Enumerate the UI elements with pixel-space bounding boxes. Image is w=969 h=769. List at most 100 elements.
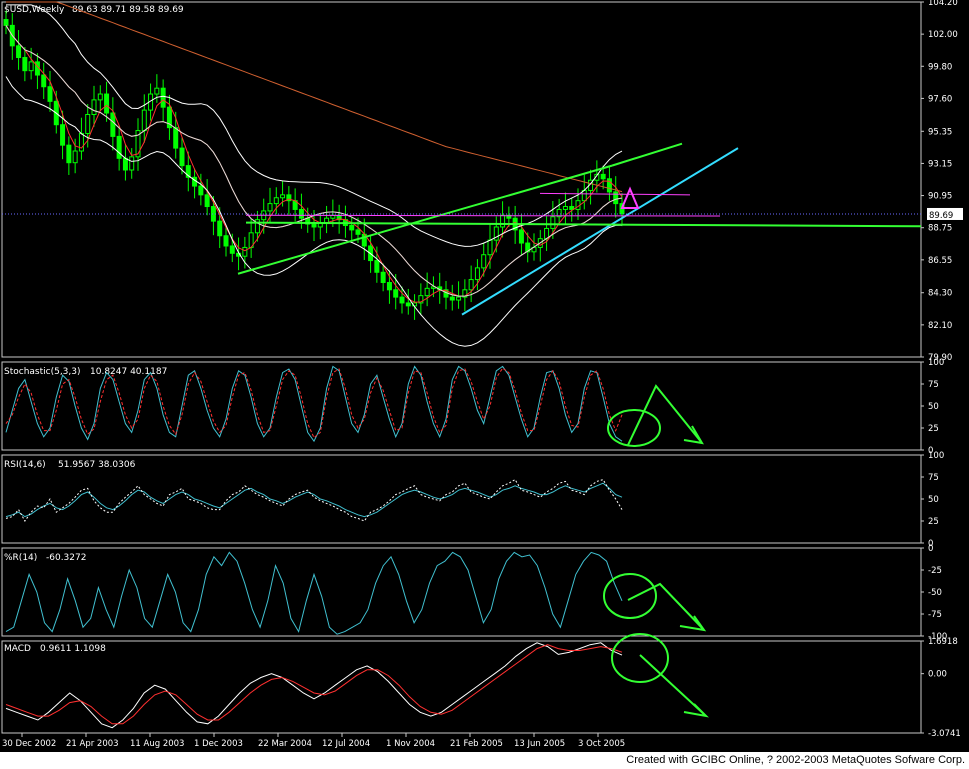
chart-canvas: $USD,Weekly 89.63 89.71 89.58 89.69 104.…: [0, 0, 969, 752]
candle-body: [229, 245, 235, 254]
candle-body: [449, 296, 455, 301]
candle-body: [217, 220, 223, 237]
y-tick-label: 93.15: [928, 159, 952, 169]
y-tick-label: 82.10: [928, 321, 952, 331]
rsi-title: RSI(14,6): [4, 460, 46, 470]
candle-body: [374, 260, 380, 273]
candle-body: [386, 281, 392, 291]
candle-body: [110, 112, 116, 137]
candle-body: [91, 99, 97, 115]
candle-body: [223, 235, 229, 247]
y-tick-label: 104.20: [928, 0, 958, 8]
candle-body: [41, 74, 47, 88]
candle-body: [104, 93, 110, 114]
candle-body: [122, 157, 128, 171]
candle-body: [173, 127, 179, 149]
y-tick-label: -50: [928, 588, 942, 598]
y-tick-label: 102.00: [928, 30, 958, 40]
x-tick-label: 13 Jun 2005: [514, 739, 565, 749]
credit-bar: Created with GCIBC Online, ? 2002-2003 M…: [0, 752, 969, 769]
stochastic-values: 10.8247 40.1187: [90, 367, 167, 377]
candle-body: [97, 93, 103, 101]
williams-r-title: %R(14): [4, 553, 37, 563]
y-tick-label: 88.75: [928, 224, 952, 234]
candle-body: [562, 206, 568, 210]
y-tick-label: 100: [928, 451, 944, 461]
y-tick-label: -25: [928, 566, 942, 576]
candle-body: [129, 156, 135, 171]
candle-body: [273, 197, 279, 205]
candle-body: [355, 229, 361, 235]
candle-body: [22, 57, 28, 72]
y-tick-label: 97.60: [928, 94, 952, 104]
y-tick-label: -3.0741: [928, 729, 961, 739]
candle-body: [242, 246, 248, 257]
candle-body: [179, 147, 185, 167]
candle-body: [116, 135, 122, 159]
y-tick-label: 25: [928, 517, 939, 527]
stochastic-title: Stochastic(5,3,3): [4, 367, 81, 377]
candle-body: [518, 229, 524, 244]
candle-body: [474, 267, 480, 281]
candle-body: [280, 194, 286, 199]
candle-body: [380, 271, 386, 283]
x-tick-label: 30 Dec 2002: [2, 739, 56, 749]
candle-body: [500, 214, 506, 228]
candle-body: [311, 223, 317, 228]
y-tick-label: 25: [928, 424, 939, 434]
candle-body: [487, 239, 493, 256]
credit-text: Created with GCIBC Online, ? 2002-2003 M…: [626, 754, 965, 766]
y-tick-label: 75: [928, 473, 939, 483]
candle-body: [393, 289, 399, 298]
candle-body: [154, 87, 160, 95]
candle-body: [60, 124, 66, 146]
y-tick-label: 95.35: [928, 127, 952, 137]
candle-body: [399, 296, 405, 304]
candle-body: [204, 194, 210, 208]
y-tick-label: 0: [928, 544, 933, 554]
candle-body: [267, 203, 273, 212]
candle-body: [405, 302, 411, 307]
x-tick-label: 1 Dec 2003: [194, 739, 243, 749]
candle-body: [28, 61, 34, 72]
candle-body: [424, 287, 430, 297]
candle-body: [72, 150, 78, 164]
candle-body: [550, 216, 556, 229]
y-tick-label: 86.55: [928, 256, 952, 266]
y-tick-label: 50: [928, 402, 939, 412]
y-tick-label: 99.80: [928, 62, 952, 72]
x-tick-label: 3 Oct 2005: [578, 739, 625, 749]
candle-body: [3, 19, 9, 26]
candle-body: [481, 254, 487, 269]
x-tick-label: 21 Feb 2005: [450, 739, 503, 749]
candle-body: [600, 173, 606, 180]
y-tick-label: 84.30: [928, 289, 952, 299]
macd-title: MACD: [4, 644, 31, 654]
candle-body: [349, 225, 355, 231]
candle-body: [198, 185, 204, 196]
williams-r-values: -60.3272: [46, 553, 86, 563]
rsi-values: 51.9567 38.0306: [58, 460, 136, 470]
y-tick-label: 1.6918: [928, 637, 958, 647]
y-tick-label: -75: [928, 610, 942, 620]
candle-body: [85, 113, 91, 134]
candle-body: [47, 86, 53, 102]
x-tick-label: 1 Nov 2004: [386, 739, 435, 749]
candle-body: [468, 279, 474, 291]
macd-values: 0.9611 1.1098: [40, 644, 106, 654]
y-tick-label: 0.00: [928, 670, 947, 680]
candle-body: [160, 87, 166, 108]
candle-body: [16, 45, 22, 59]
y-tick-label: 90.95: [928, 192, 952, 202]
y-tick-label: 50: [928, 495, 939, 505]
y-tick-label: 100: [928, 358, 944, 368]
candle-body: [324, 217, 330, 224]
x-tick-label: 12 Jul 2004: [322, 739, 370, 749]
x-tick-label: 21 Apr 2003: [66, 739, 119, 749]
x-tick-label: 22 Mar 2004: [258, 739, 312, 749]
current-price-label: 89.69: [929, 211, 953, 221]
x-tick-label: 11 Aug 2003: [130, 739, 184, 749]
candle-body: [456, 296, 462, 301]
candle-body: [141, 109, 147, 132]
candle-body: [66, 144, 72, 164]
